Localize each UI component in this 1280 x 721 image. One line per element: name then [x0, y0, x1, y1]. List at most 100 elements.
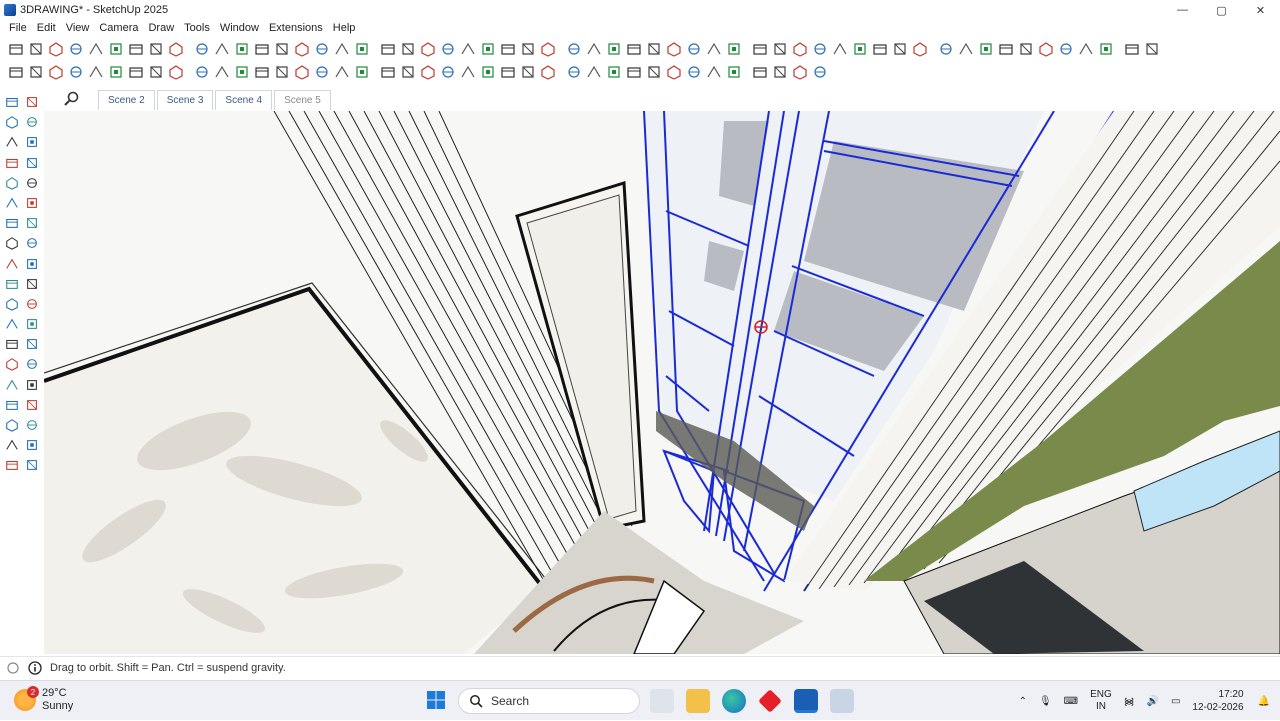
view-back-icon[interactable]	[624, 39, 644, 59]
keyboard-icon[interactable]: ⌨	[1064, 696, 1078, 707]
textured-icon[interactable]	[272, 62, 292, 82]
tab-scene-2[interactable]: Scene 2	[98, 90, 155, 110]
paint-icon[interactable]	[66, 39, 86, 59]
follow-me-icon[interactable]	[332, 62, 352, 82]
menu-draw[interactable]: Draw	[143, 22, 179, 34]
axes-icon[interactable]	[86, 62, 106, 82]
dimension-icon[interactable]	[106, 62, 126, 82]
view-right-icon[interactable]	[252, 39, 272, 59]
eraser-icon[interactable]	[22, 112, 42, 132]
view-right-icon[interactable]	[604, 39, 624, 59]
sandbox-icon[interactable]	[2, 455, 22, 475]
task-view-icon[interactable]	[650, 689, 674, 713]
axes-icon[interactable]	[398, 62, 418, 82]
section-plane-icon[interactable]	[22, 435, 42, 455]
box-icon[interactable]	[1096, 39, 1116, 59]
fog-icon[interactable]	[332, 39, 352, 59]
move-icon[interactable]	[2, 233, 22, 253]
view-top-icon[interactable]	[564, 39, 584, 59]
stamp-icon[interactable]	[22, 455, 42, 475]
taskbar-search[interactable]: Search	[458, 688, 640, 714]
solid-tools-icon[interactable]	[146, 39, 166, 59]
protractor-icon[interactable]	[378, 62, 398, 82]
component-icon[interactable]	[22, 92, 42, 112]
view-iso-icon[interactable]	[890, 39, 910, 59]
view-back-icon[interactable]	[976, 39, 996, 59]
view-top-icon[interactable]	[910, 39, 930, 59]
paint-icon[interactable]	[418, 39, 438, 59]
windows-start-icon[interactable]	[426, 690, 446, 710]
view-left-icon[interactable]	[292, 39, 312, 59]
box-icon[interactable]	[46, 39, 66, 59]
red-app-icon[interactable]	[758, 689, 782, 713]
sandbox-icon[interactable]	[6, 62, 26, 82]
eraser-icon[interactable]	[438, 39, 458, 59]
offset-icon[interactable]	[352, 62, 372, 82]
offset-icon[interactable]	[664, 62, 684, 82]
3d-text-icon[interactable]	[458, 62, 478, 82]
menu-file[interactable]: File	[4, 22, 32, 34]
wifi-icon[interactable]: ᯼	[1124, 694, 1135, 708]
magnifier-icon[interactable]	[62, 89, 82, 109]
shadows-icon[interactable]	[312, 39, 332, 59]
pan-icon[interactable]	[22, 354, 42, 374]
select-icon[interactable]	[2, 92, 22, 112]
eraser-icon[interactable]	[1142, 39, 1162, 59]
select-icon[interactable]	[378, 39, 398, 59]
view-right-icon[interactable]	[956, 39, 976, 59]
make-component-icon[interactable]	[704, 39, 724, 59]
shadows-icon[interactable]	[664, 39, 684, 59]
xray-icon[interactable]	[790, 62, 810, 82]
orbit-icon[interactable]	[2, 354, 22, 374]
make-component-icon[interactable]	[352, 39, 372, 59]
menu-view[interactable]: View	[61, 22, 95, 34]
push-pull-icon[interactable]	[22, 233, 42, 253]
sandbox-icon[interactable]	[312, 62, 332, 82]
shaded-icon[interactable]	[564, 62, 584, 82]
axes-icon[interactable]	[2, 334, 22, 354]
back-edges-icon[interactable]	[810, 62, 830, 82]
menu-help[interactable]: Help	[328, 22, 361, 34]
solid-tools-icon[interactable]	[850, 39, 870, 59]
tab-scene-4[interactable]: Scene 4	[215, 90, 273, 110]
view-iso-icon[interactable]	[538, 39, 558, 59]
edge-browser-icon[interactable]	[722, 689, 746, 713]
minimize-button[interactable]: —	[1163, 0, 1202, 20]
monochrome-icon[interactable]	[292, 62, 312, 82]
file-explorer-icon[interactable]	[686, 689, 710, 713]
view-left-icon[interactable]	[996, 39, 1016, 59]
view-front-icon[interactable]	[584, 39, 604, 59]
protractor-icon[interactable]	[66, 62, 86, 82]
select-icon[interactable]	[1076, 39, 1096, 59]
rotated-rect-icon[interactable]	[22, 173, 42, 193]
make-component-icon[interactable]	[6, 39, 26, 59]
zoom-window-icon[interactable]	[22, 375, 42, 395]
follow-me-icon[interactable]	[26, 62, 46, 82]
hidden-line-icon[interactable]	[232, 62, 252, 82]
dimension-icon[interactable]	[418, 62, 438, 82]
hidden-line-icon[interactable]	[538, 62, 558, 82]
shadows-icon[interactable]	[1016, 39, 1036, 59]
tab-scene-5[interactable]: Scene 5	[274, 90, 331, 110]
sketchup-taskbar-icon[interactable]	[794, 689, 818, 713]
view-back-icon[interactable]	[272, 39, 292, 59]
tape-icon[interactable]	[458, 39, 478, 59]
3d-text-icon[interactable]	[146, 62, 166, 82]
menu-window[interactable]: Window	[215, 22, 264, 34]
close-button[interactable]: ✕	[1241, 0, 1280, 20]
geolocation-icon[interactable]	[6, 661, 20, 675]
menu-camera[interactable]: Camera	[94, 22, 143, 34]
follow-me-icon[interactable]	[22, 254, 42, 274]
language-indicator[interactable]: ENG IN	[1090, 689, 1112, 713]
eraser-icon[interactable]	[86, 39, 106, 59]
paint-icon[interactable]	[1122, 39, 1142, 59]
push-pull-icon[interactable]	[126, 39, 146, 59]
volume-icon[interactable]: 🔊	[1146, 696, 1158, 707]
text-icon[interactable]	[22, 314, 42, 334]
make-component-icon[interactable]	[1056, 39, 1076, 59]
tape-icon[interactable]	[810, 39, 830, 59]
rotate-icon[interactable]	[2, 254, 22, 274]
paint-icon[interactable]	[770, 39, 790, 59]
push-pull-icon[interactable]	[478, 39, 498, 59]
follow-me-icon[interactable]	[644, 62, 664, 82]
